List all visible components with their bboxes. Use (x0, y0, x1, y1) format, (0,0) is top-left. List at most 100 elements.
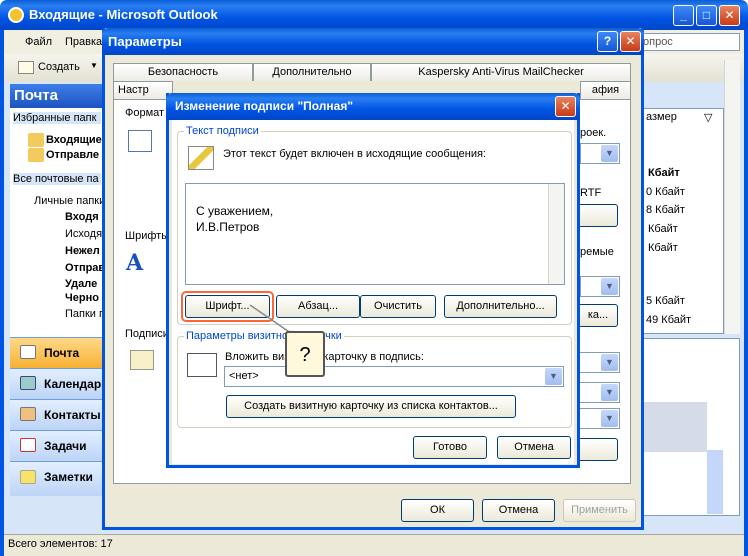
pen-icon (188, 146, 214, 170)
create-button[interactable]: Создать (38, 61, 80, 73)
create-dropdown-icon[interactable]: ▼ (90, 61, 98, 70)
fonts-label: Шрифты (125, 230, 170, 242)
partial-label-proj: роек. (580, 127, 607, 139)
tab-advanced[interactable]: Дополнительно (253, 63, 371, 81)
minimize-button[interactable]: _ (673, 5, 694, 26)
signatures-label: Подписи (125, 328, 169, 340)
params-combo-3[interactable]: ▼ (578, 352, 620, 373)
outlook-title: Входящие - Microsoft Outlook (29, 7, 218, 22)
signature-text-group-label: Текст подписи (184, 125, 261, 137)
signature-close-button[interactable]: ✕ (555, 96, 576, 117)
clear-button[interactable]: Очистить (360, 295, 436, 318)
folder-personal[interactable]: Личные папки (34, 195, 103, 207)
partial-label-ru: ремые (580, 246, 614, 258)
signatures-icon (130, 350, 154, 370)
list-size-6: 49 Кбайт (646, 314, 692, 326)
contacts-icon (20, 407, 36, 421)
folder-junk[interactable]: Нежел (65, 245, 100, 257)
tab-kaspersky[interactable]: Kaspersky Anti-Virus MailChecker (371, 63, 631, 81)
folder-drafts[interactable]: Черно (65, 292, 99, 304)
more-button[interactable]: Дополнительно... (444, 295, 557, 318)
signature-line-1: С уважением, (196, 204, 274, 218)
signature-scrollbar[interactable] (548, 184, 564, 284)
calendar-icon (20, 376, 36, 390)
params-ok-button[interactable]: ОК (401, 499, 474, 522)
folder-inbox[interactable]: Входя (65, 211, 99, 223)
params-cancel-button[interactable]: Отмена (482, 499, 555, 522)
reading-scrollbar[interactable] (707, 450, 723, 514)
help-callout: ? (285, 331, 325, 377)
status-bar (4, 534, 744, 556)
list-header-size[interactable]: азмер (646, 111, 677, 123)
chevron-down-icon: ▼ (545, 368, 562, 385)
reading-pane-band (641, 402, 707, 452)
folder-outbox[interactable]: Исходя (65, 228, 102, 240)
params-partial-btn-2[interactable]: ка... (578, 304, 618, 327)
params-partial-btn-3[interactable] (578, 438, 618, 461)
close-button[interactable]: ✕ (719, 5, 740, 26)
vcard-select[interactable]: <нет> ▼ (224, 366, 564, 387)
params-close-button[interactable]: ✕ (620, 31, 641, 52)
nav-notes-label: Заметки (44, 470, 93, 484)
nav-contacts-label: Контакты (44, 408, 101, 422)
list-size-2: 8 Кбайт (646, 204, 685, 216)
folder-sent[interactable]: Отправ (65, 262, 105, 274)
list-header-kb: Кбайт (648, 167, 680, 179)
list-size-5: 5 Кбайт (646, 295, 685, 307)
params-partial-btn-1[interactable] (578, 204, 618, 227)
vcard-icon (187, 353, 217, 377)
list-size-4: Кбайт (648, 242, 678, 254)
chevron-down-icon: ▼ (601, 145, 618, 162)
format-label: Формат (125, 107, 165, 119)
chevron-down-icon: ▼ (601, 278, 618, 295)
params-help-button[interactable]: ? (597, 31, 618, 52)
format-icon (128, 130, 152, 152)
nav-tasks-label: Задачи (44, 439, 87, 453)
menu-file[interactable]: Файл (25, 36, 52, 48)
flag-header-icon: ▽ (704, 112, 713, 124)
question-input[interactable]: опрос (640, 33, 740, 51)
partial-label-rtf: RTF (580, 187, 602, 199)
nav-header: Почта (10, 84, 103, 108)
all-folders-label: Все почтовые па (13, 173, 101, 185)
create-vcard-button[interactable]: Создать визитную карточку из списка конт… (226, 395, 516, 418)
status-text: Всего элементов: 17 (8, 538, 113, 550)
favorite-inbox[interactable]: Входящие (46, 134, 103, 146)
notes-icon (20, 470, 36, 484)
folder-deleted[interactable]: Удале (65, 278, 97, 290)
outlook-app-icon (8, 7, 24, 23)
vcard-select-value: <нет> (229, 370, 259, 382)
params-apply-button[interactable]: Применить (563, 499, 636, 522)
favorites-label: Избранные папк (13, 112, 101, 124)
signature-hint: Этот текст будет включен в исходящие соо… (223, 148, 486, 160)
params-titlebar (102, 28, 644, 55)
tab-security[interactable]: Безопасность (113, 63, 253, 81)
signature-ok-button[interactable]: Готово (413, 436, 487, 459)
menu-edit[interactable]: Правка (65, 36, 102, 48)
mail-icon (20, 345, 36, 359)
list-size-1: 0 Кбайт (646, 186, 685, 198)
signature-cancel-button[interactable]: Отмена (497, 436, 571, 459)
folder-icon (28, 133, 44, 147)
favorite-sent[interactable]: Отправле (46, 149, 103, 161)
signature-title: Изменение подписи "Полная" (175, 99, 354, 113)
maximize-button[interactable]: □ (696, 5, 717, 26)
folder-search[interactable]: Папки п (65, 308, 105, 320)
partial-btn-label: ка... (587, 309, 609, 321)
params-combo-1[interactable]: ▼ (580, 143, 620, 164)
params-combo-4[interactable]: ▼ (578, 382, 620, 403)
chevron-down-icon: ▼ (601, 410, 618, 427)
tab-settings[interactable]: Настр (113, 81, 173, 99)
tab-spelling[interactable]: афия (580, 81, 631, 99)
params-combo-2[interactable]: ▼ (580, 276, 620, 297)
params-title: Параметры (108, 34, 182, 49)
list-size-3: Кбайт (648, 223, 678, 235)
list-scrollbar[interactable] (724, 60, 740, 334)
chevron-down-icon: ▼ (601, 354, 618, 371)
folder-icon (28, 148, 44, 162)
chevron-down-icon: ▼ (601, 384, 618, 401)
nav-calendar-label: Календарь (44, 377, 109, 391)
nav-mail-label: Почта (44, 346, 80, 360)
params-combo-5[interactable]: ▼ (578, 408, 620, 429)
signature-textarea[interactable]: С уважением, И.В.Петров (185, 183, 565, 285)
